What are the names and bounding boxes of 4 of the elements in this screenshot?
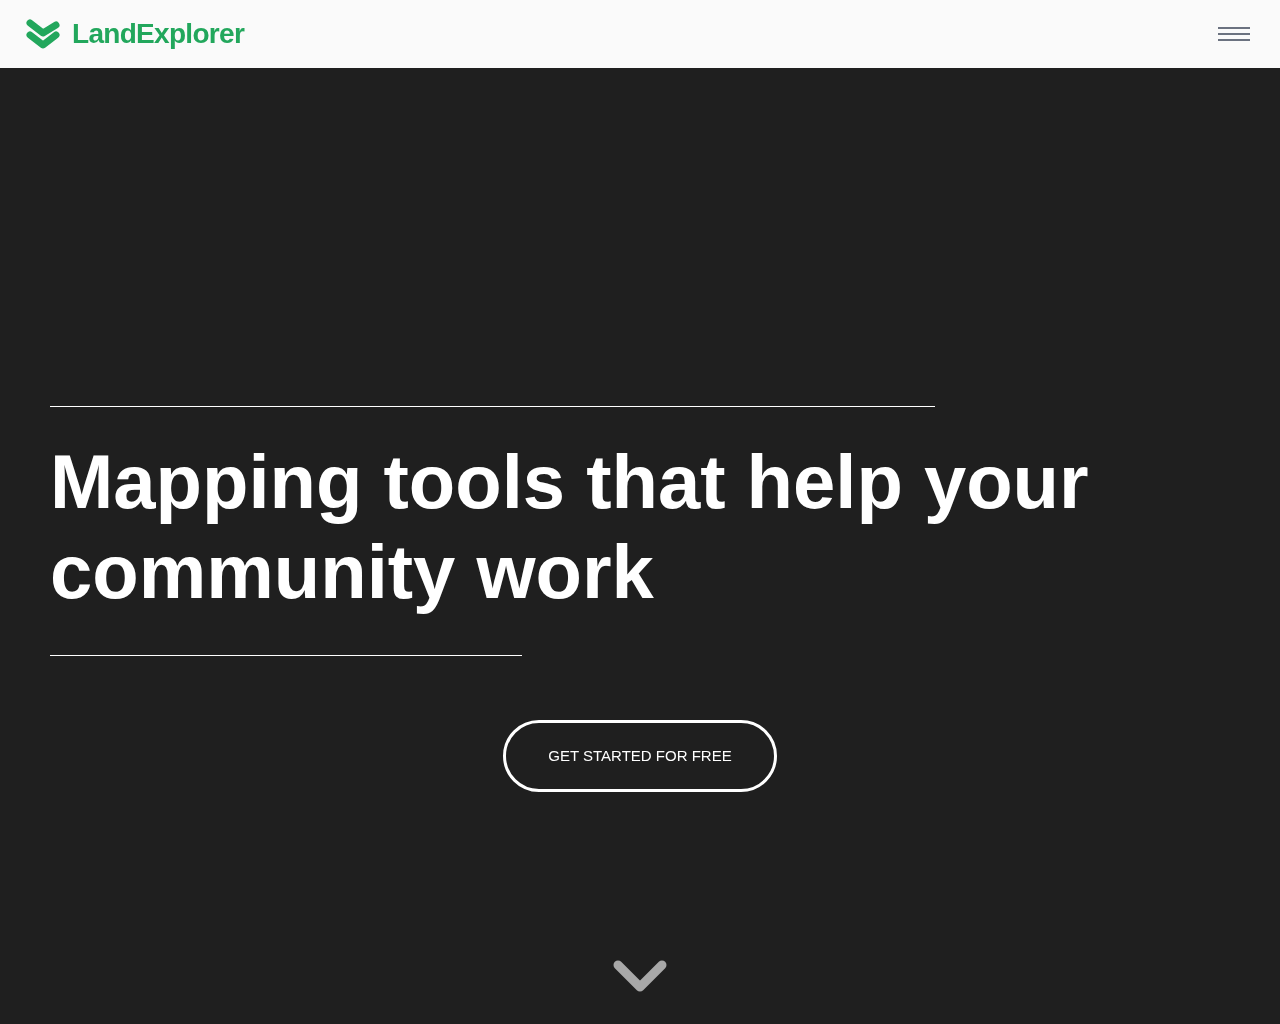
get-started-button[interactable]: GET STARTED FOR FREE bbox=[503, 720, 777, 792]
chevron-down-icon[interactable] bbox=[613, 960, 667, 994]
hero-headline: Mapping tools that help your community work bbox=[50, 438, 1090, 616]
menu-icon[interactable] bbox=[1218, 27, 1250, 41]
